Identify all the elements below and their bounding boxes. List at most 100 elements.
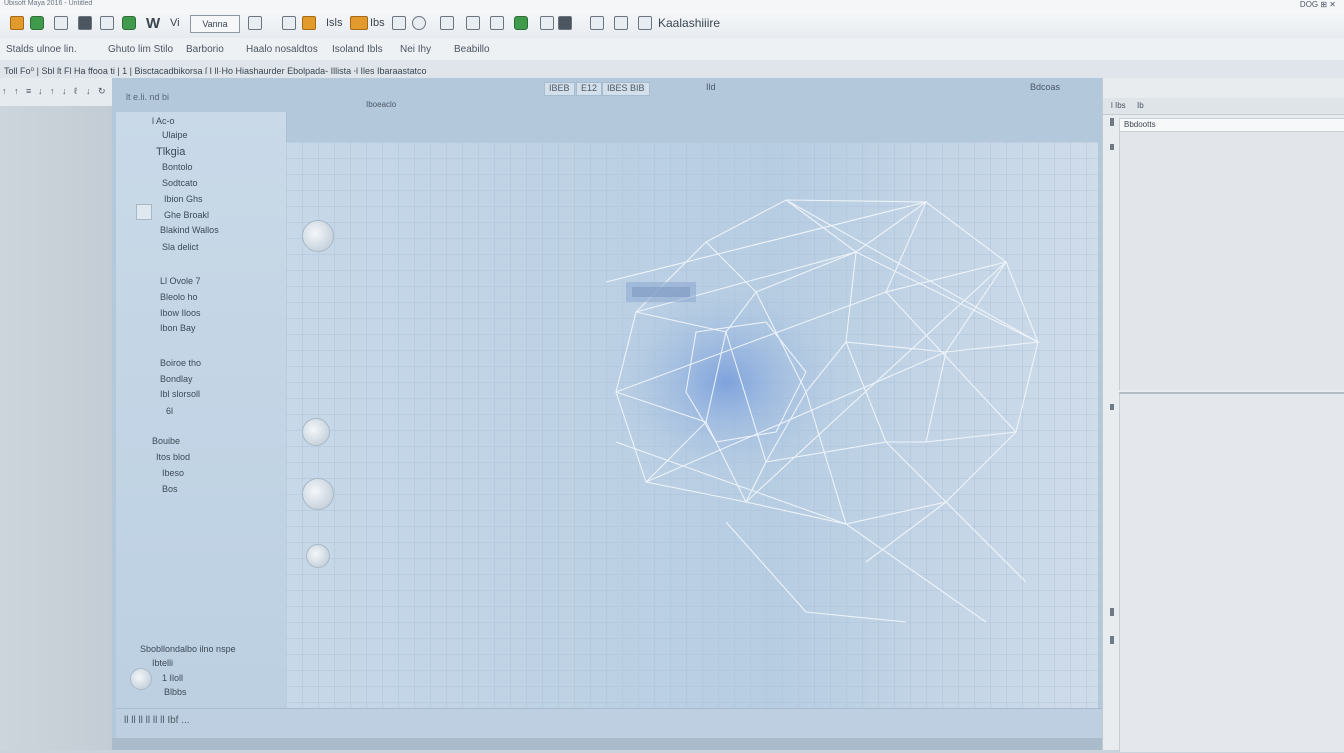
- toolbar-w[interactable]: W: [146, 15, 160, 32]
- viewport-knob-2[interactable]: [302, 418, 330, 446]
- toolbar-spacer-label[interactable]: Ibs: [370, 15, 385, 31]
- chart-icon[interactable]: [54, 15, 68, 31]
- viewport-left-label[interactable]: Iboeaclo: [366, 100, 396, 109]
- menu-item-4[interactable]: Haalo nosaldtos: [246, 44, 318, 55]
- menu-item-7[interactable]: Beabillo: [454, 44, 490, 55]
- outliner-row[interactable]: Bos: [162, 484, 178, 494]
- grid-icon[interactable]: [78, 15, 92, 31]
- toolbar-object-label[interactable]: Isls: [326, 15, 343, 31]
- outliner-row[interactable]: Ibl slorsoll: [160, 389, 200, 399]
- window-title: Ubisoft Maya 2016 - Untitled: [4, 0, 93, 7]
- move-icon[interactable]: [122, 15, 136, 31]
- tool-up-icon[interactable]: ↑: [2, 86, 7, 96]
- viewport-tab-1[interactable]: IBEB: [544, 82, 575, 96]
- attribute-upper-section[interactable]: [1119, 132, 1344, 390]
- outliner-swatch[interactable]: [136, 204, 152, 220]
- outliner-footer-row[interactable]: 1 Iloll: [162, 673, 183, 683]
- circle-icon[interactable]: [412, 15, 426, 31]
- tool-down-icon[interactable]: ↓: [38, 86, 43, 96]
- viewport-canvas[interactable]: [286, 142, 1098, 708]
- attribute-tab-2[interactable]: Ib: [1137, 101, 1144, 110]
- outliner-toggle-knob[interactable]: [130, 668, 152, 690]
- property-bar-text[interactable]: Toll Fo⁰ | Sbl ſt Fl Ha ffooa ti | 1 | B…: [4, 64, 427, 77]
- outliner-row[interactable]: Ibion Ghs: [164, 194, 203, 204]
- status-bar: [112, 738, 1102, 750]
- outliner-row[interactable]: l Ac-o: [152, 116, 175, 126]
- select-icon[interactable]: [100, 15, 114, 31]
- viewport-tab-2[interactable]: E12: [576, 82, 603, 96]
- attribute-lower-section[interactable]: [1119, 392, 1344, 752]
- viewport-knob-3[interactable]: [302, 478, 334, 510]
- timeline-text[interactable]: ll ll ll ll ll ll Ibf ...: [124, 715, 190, 726]
- 3d-viewport[interactable]: [286, 142, 1098, 708]
- window-controls[interactable]: DOG ⊞ ✕: [1300, 0, 1336, 9]
- tool-down3-icon[interactable]: ↓: [86, 86, 91, 96]
- outliner-footer-row[interactable]: Blbbs: [164, 687, 187, 697]
- outliner-row[interactable]: Itos blod: [156, 452, 190, 462]
- tool-list-icon[interactable]: ≡: [26, 86, 31, 96]
- frame-icon[interactable]: [248, 15, 262, 31]
- tool-refresh-icon[interactable]: ↻: [98, 86, 106, 97]
- viewport-knob-1[interactable]: [302, 220, 334, 252]
- outliner-row[interactable]: Tlkgia: [156, 146, 185, 158]
- workspace-label[interactable]: Kaalashiiire: [658, 15, 720, 31]
- snap-grid-icon[interactable]: [558, 15, 572, 31]
- outliner-row[interactable]: Ll Ovole 7: [160, 276, 201, 286]
- outliner-row[interactable]: Bouibe: [152, 436, 180, 446]
- history-icon[interactable]: [590, 15, 604, 31]
- menu-item-6[interactable]: Nei Ihy: [400, 44, 431, 55]
- tool-down2-icon[interactable]: ↓: [62, 86, 67, 96]
- viewport-tab-3[interactable]: IBES BIB: [602, 82, 650, 96]
- menu-item-1[interactable]: Stalds ulnoe lin.: [6, 44, 77, 55]
- outliner-row[interactable]: Sodtcato: [162, 178, 198, 188]
- outliner-row[interactable]: Blakind Wallos: [160, 225, 219, 235]
- outliner-footer-row[interactable]: Sbobllondalbo ilno nspe: [140, 644, 236, 654]
- render-icon[interactable]: [490, 15, 504, 31]
- view-dropdown[interactable]: Vanna: [190, 15, 240, 33]
- folder-icon[interactable]: [350, 15, 368, 31]
- settings-icon[interactable]: [514, 15, 528, 31]
- snap-icon[interactable]: [540, 15, 554, 31]
- attribute-selected-row[interactable]: Bbdootts: [1119, 118, 1344, 132]
- outliner-row[interactable]: Bleolo ho: [160, 292, 198, 302]
- layout-icon[interactable]: [10, 15, 24, 31]
- scale-icon[interactable]: [302, 15, 316, 31]
- attribute-selected-label: Bbdootts: [1124, 120, 1156, 129]
- left-shelf: [0, 106, 112, 750]
- rotate-icon[interactable]: [282, 15, 296, 31]
- tool-up3-icon[interactable]: ↑: [50, 86, 55, 96]
- menu-item-3[interactable]: Barborio: [186, 44, 224, 55]
- square-icon[interactable]: [392, 15, 406, 31]
- record-icon[interactable]: [30, 15, 44, 31]
- outliner-header: lt e.li. nd bi: [126, 92, 170, 102]
- right-panel-scrollbar[interactable]: [1107, 118, 1117, 750]
- outliner-row[interactable]: Ibeso: [162, 468, 184, 478]
- menu-item-5[interactable]: Isoland Ibls: [332, 44, 383, 55]
- outliner-row[interactable]: Bontolo: [162, 162, 193, 172]
- outliner-row[interactable]: Ulaipe: [162, 130, 188, 140]
- outliner-footer-row[interactable]: Ibtelli: [152, 658, 173, 668]
- viewport-right-label[interactable]: Bdcoas: [1030, 82, 1060, 92]
- menu-item-2[interactable]: Ghuto lim Stilo: [108, 44, 173, 55]
- main-toolbar: W Vi Vanna Isls Ibs Kaalashiiire: [0, 10, 1344, 39]
- outliner-row[interactable]: Boiroe tho: [160, 358, 201, 368]
- attribute-tab-1[interactable]: l Ibs: [1111, 101, 1126, 110]
- outliner-row[interactable]: Ghe Broakl: [164, 210, 209, 220]
- camera-icon[interactable]: [440, 15, 454, 31]
- viewport-knob-4[interactable]: [306, 544, 330, 568]
- light-icon[interactable]: [466, 15, 480, 31]
- display-icon[interactable]: [614, 15, 628, 31]
- panel-icon[interactable]: [638, 15, 652, 31]
- outliner-row[interactable]: Ibon Bay: [160, 323, 196, 333]
- outliner-row[interactable]: Bondlay: [160, 374, 193, 384]
- mesh-highlight: [596, 272, 856, 492]
- tool-ell-icon[interactable]: ℓ: [74, 86, 77, 96]
- viewport-header: IBEB E12 IBES BIB Ild Iboeaclo Bdcoas: [286, 80, 1098, 140]
- timeline-bar: ll ll ll ll ll ll Ibf ...: [116, 708, 1102, 739]
- outliner-row[interactable]: Ibow Iloos: [160, 308, 201, 318]
- attribute-editor-panel: l Ibs Ib Bbdootts: [1102, 78, 1344, 752]
- tool-up2-icon[interactable]: ↑: [14, 86, 19, 96]
- outliner-row[interactable]: Sla delict: [162, 242, 199, 252]
- toolbar-vi[interactable]: Vi: [170, 15, 180, 31]
- outliner-row[interactable]: 6l: [166, 406, 173, 416]
